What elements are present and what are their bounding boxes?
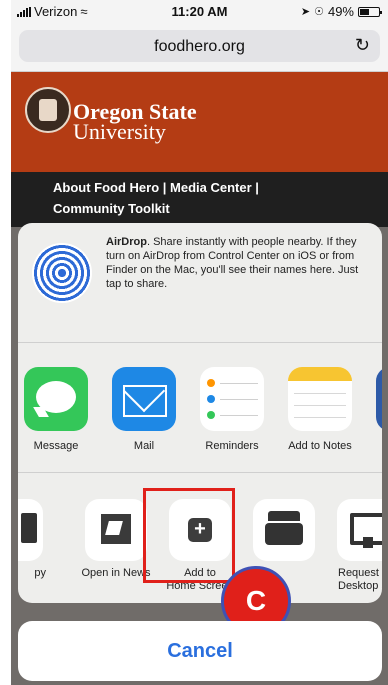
app-partial-icon bbox=[376, 367, 382, 431]
notes-icon bbox=[288, 367, 352, 431]
action-label-line2: Desktop Site bbox=[338, 580, 382, 592]
action-print[interactable] bbox=[244, 499, 324, 561]
status-bar: Verizon ≈ 11:20 AM ➤ ☉ 49% bbox=[11, 0, 388, 22]
copy-icon bbox=[18, 499, 43, 561]
airdrop-description: AirDrop. Share instantly with people nea… bbox=[106, 235, 368, 291]
action-request-desktop-site[interactable]: Request Desktop Site bbox=[328, 499, 382, 593]
airdrop-icon bbox=[32, 243, 92, 303]
messages-icon bbox=[24, 367, 88, 431]
action-label-line1: Request bbox=[338, 567, 379, 579]
site-nav-line1[interactable]: About Food Hero | Media Center | bbox=[53, 177, 388, 198]
airdrop-title: AirDrop bbox=[106, 236, 147, 248]
battery-icon bbox=[358, 6, 382, 17]
share-app-partial[interactable] bbox=[368, 367, 382, 431]
cancel-button[interactable]: Cancel bbox=[18, 621, 382, 681]
news-icon bbox=[85, 499, 147, 561]
phone-screen: Verizon ≈ 11:20 AM ➤ ☉ 49% foodhero.org … bbox=[11, 0, 388, 685]
airdrop-section: AirDrop. Share instantly with people nea… bbox=[18, 223, 382, 343]
action-label: py bbox=[18, 567, 52, 580]
share-app-reminders[interactable]: Reminders bbox=[192, 367, 272, 452]
share-app-notes[interactable]: Add to Notes bbox=[280, 367, 360, 452]
action-label: Request Desktop Site bbox=[328, 567, 382, 593]
site-header: Oregon State University bbox=[11, 72, 388, 172]
status-indicators: ➤ ☉ 49% bbox=[300, 4, 382, 19]
url-bar: foodhero.org ↻ bbox=[11, 22, 388, 72]
app-label: Message bbox=[33, 440, 79, 452]
battery-percent: 49% bbox=[327, 4, 354, 19]
url-text: foodhero.org bbox=[154, 38, 245, 55]
reminders-icon bbox=[200, 367, 264, 431]
app-label: Add to Notes bbox=[288, 440, 352, 452]
reload-icon[interactable]: ↻ bbox=[355, 35, 370, 56]
mail-icon bbox=[112, 367, 176, 431]
logo-line2: University bbox=[73, 119, 166, 144]
location-icon: ➤ bbox=[300, 6, 311, 18]
osu-seal-logo bbox=[25, 87, 71, 133]
address-field[interactable]: foodhero.org ↻ bbox=[19, 30, 380, 62]
action-label-text: py bbox=[34, 567, 46, 579]
action-copy[interactable]: py bbox=[18, 499, 52, 580]
highlight-box bbox=[143, 488, 235, 583]
app-label: Reminders bbox=[205, 440, 259, 452]
app-label: Mail bbox=[133, 440, 155, 452]
osu-logo-text: Oregon State University bbox=[73, 101, 197, 144]
share-app-mail[interactable]: Mail bbox=[104, 367, 184, 452]
bluetooth-icon: ☉ bbox=[314, 6, 324, 18]
site-nav-line2[interactable]: Community Toolkit bbox=[53, 198, 388, 219]
print-icon bbox=[253, 499, 315, 561]
share-app-message[interactable]: Message bbox=[18, 367, 96, 452]
site-nav: About Food Hero | Media Center | Communi… bbox=[11, 172, 388, 227]
desktop-icon bbox=[337, 499, 382, 561]
share-apps-row: Message Mail Reminders Add to Notes bbox=[18, 343, 382, 473]
